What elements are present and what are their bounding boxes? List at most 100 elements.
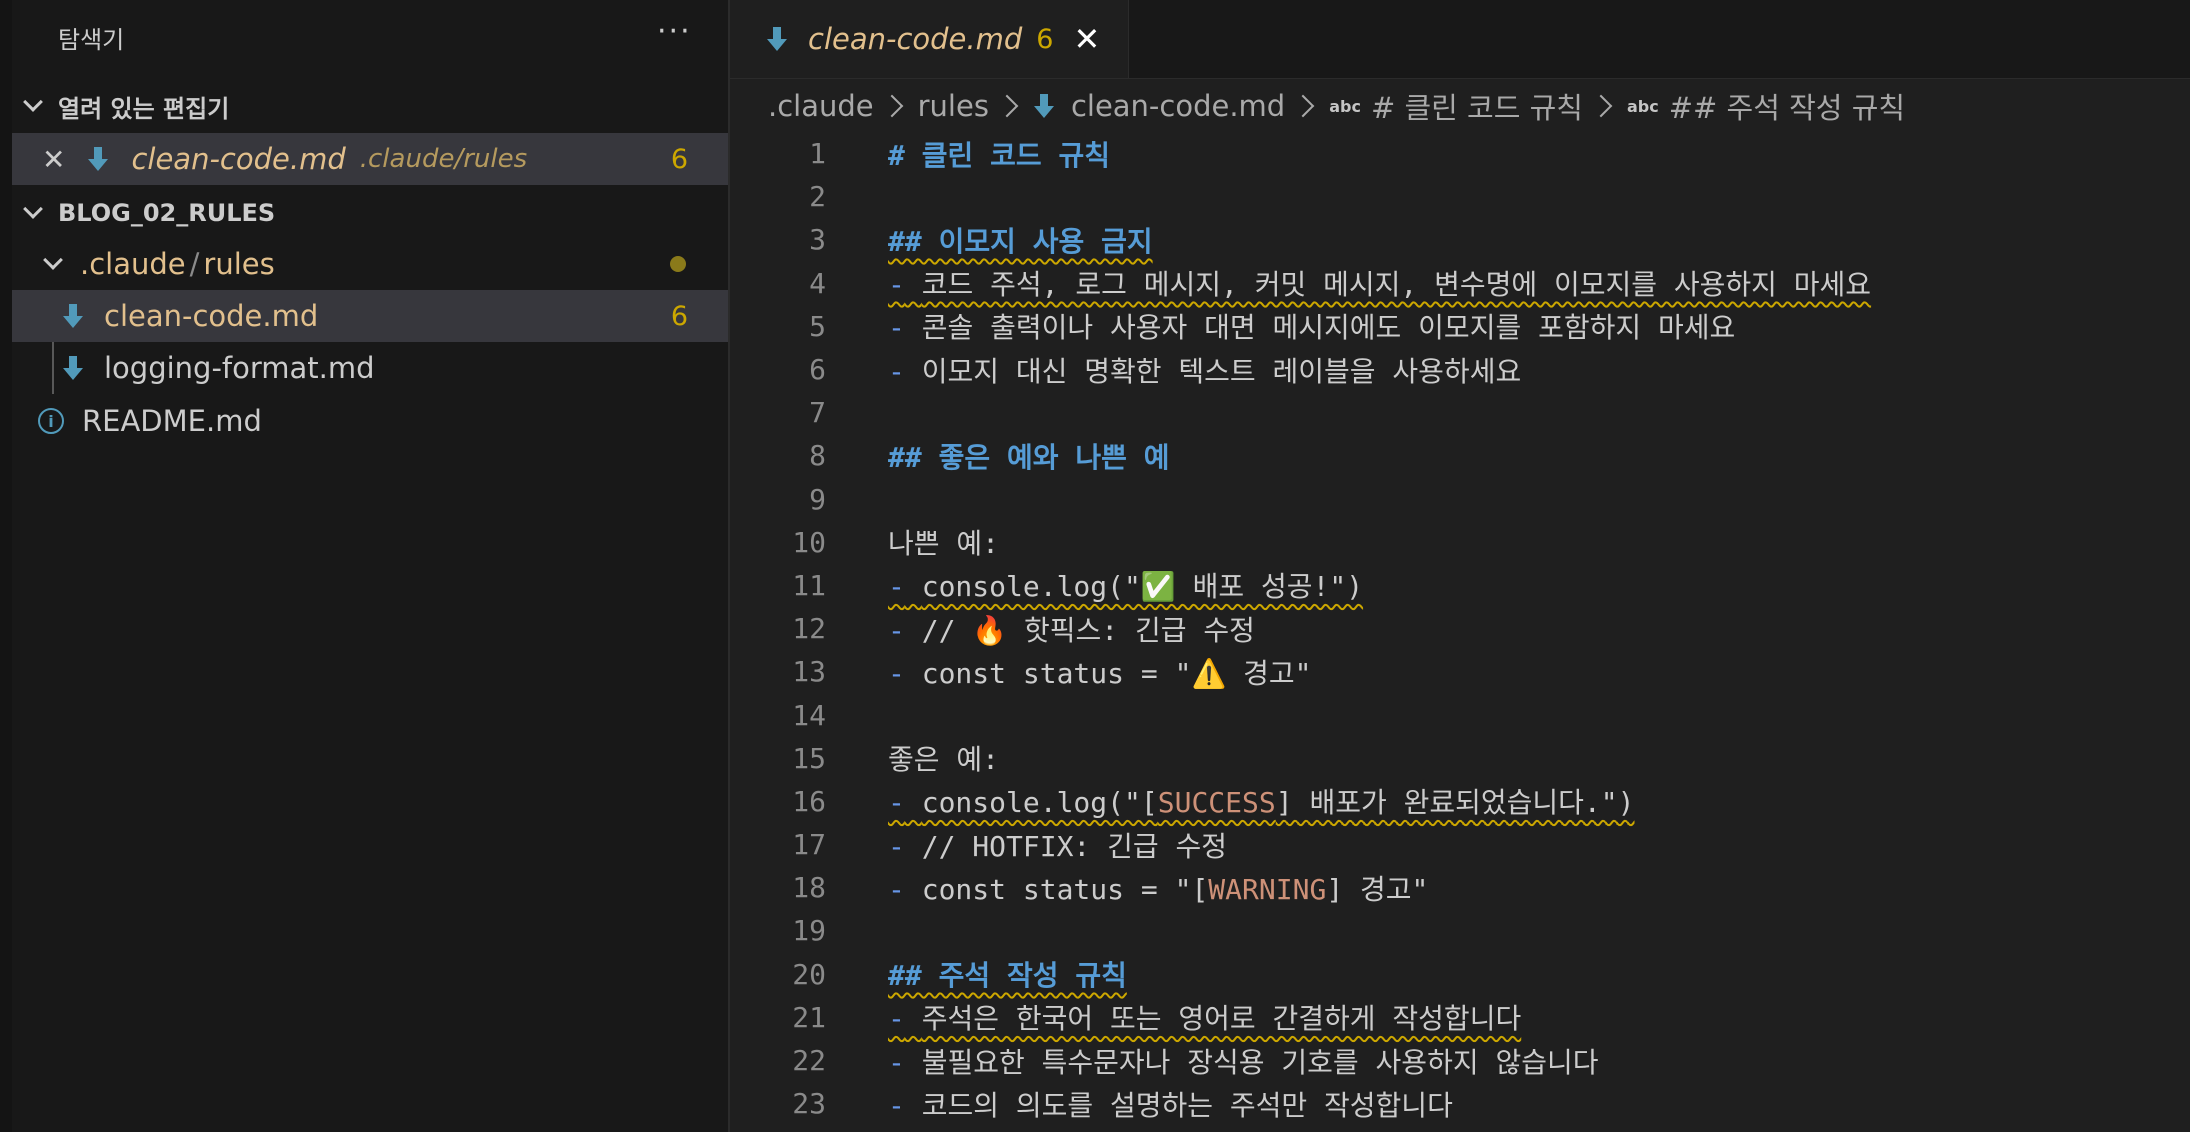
code-text: - console.log("✅ 배포 성공!") xyxy=(888,565,1363,605)
breadcrumb-item[interactable]: clean-code.md xyxy=(1071,89,1285,123)
problem-count-badge: 6 xyxy=(670,143,688,175)
open-editors-section[interactable]: 열려 있는 편집기 xyxy=(22,84,229,128)
breadcrumb: .claude rules clean-code.md abc # 클린 코드 … xyxy=(768,84,1905,128)
code-line[interactable]: 1 # 클린 코드 규칙 xyxy=(730,132,2190,175)
code-text: - 코드 주석, 로그 메시지, 커밋 메시지, 변수명에 이모지를 사용하지 … xyxy=(888,263,1871,303)
line-number: 23 xyxy=(792,1087,826,1121)
code-line[interactable]: 20 ## 주석 작성 규칙 xyxy=(730,953,2190,996)
workspace-section[interactable]: BLOG_02_RULES xyxy=(22,191,275,235)
code-line[interactable]: 2 xyxy=(730,175,2190,218)
list-text: const status = "[ xyxy=(921,872,1209,906)
list-bullet: - xyxy=(888,1002,905,1036)
line-number: 17 xyxy=(792,828,826,862)
markdown-file-icon xyxy=(62,302,84,330)
code-line[interactable]: 12 - // 🔥 핫픽스: 긴급 수정 xyxy=(730,607,2190,650)
folder-separator: / xyxy=(189,247,200,281)
code-line[interactable]: 18 - const status = "[WARNING] 경고" xyxy=(730,866,2190,909)
line-number: 8 xyxy=(809,439,826,473)
code-line[interactable]: 14 xyxy=(730,693,2190,736)
code-text: - 코드의 의도를 설명하는 주석만 작성합니다 xyxy=(888,1084,1453,1124)
list-text: // 🔥 핫픽스: 긴급 수정 xyxy=(921,613,1255,647)
chevron-down-icon xyxy=(43,250,63,270)
code-text: # 클린 코드 규칙 xyxy=(888,138,1110,172)
code-line[interactable]: 10 나쁜 예: xyxy=(730,521,2190,564)
code-line[interactable]: 5 - 콘솔 출력이나 사용자 대면 메시지에도 이모지를 포함하지 마세요 xyxy=(730,305,2190,348)
explorer-title: 탐색기 xyxy=(58,26,125,54)
line-number: 4 xyxy=(809,266,826,300)
code-text: - const status = "⚠️ 경고" xyxy=(888,652,1312,692)
list-text: const status = "⚠️ 경고" xyxy=(921,656,1312,690)
chevron-down-icon xyxy=(23,199,43,219)
code-line[interactable]: 3 ## 이모지 사용 금지 xyxy=(730,218,2190,261)
code-line[interactable]: 23 - 코드의 의도를 설명하는 주석만 작성합니다 xyxy=(730,1082,2190,1125)
breadcrumb-item[interactable]: .claude xyxy=(768,89,874,123)
line-number: 13 xyxy=(792,655,826,689)
code-text: ## 좋은 예와 나쁜 예 xyxy=(888,440,1170,474)
close-icon[interactable]: ✕ xyxy=(42,143,65,176)
code-line[interactable]: 6 - 이모지 대신 명확한 텍스트 레이블을 사용하세요 xyxy=(730,348,2190,391)
code-line[interactable]: 16 - console.log("[SUCCESS] 배포가 완료되었습니다."… xyxy=(730,780,2190,823)
close-icon[interactable]: ✕ xyxy=(1073,20,1100,58)
code-line[interactable]: 9 xyxy=(730,478,2190,521)
modified-dot-icon xyxy=(670,256,686,272)
list-bullet: - xyxy=(888,268,905,302)
code-line[interactable]: 21 - 주석은 한국어 또는 영어로 간결하게 작성합니다 xyxy=(730,996,2190,1039)
line-number: 14 xyxy=(792,698,826,732)
tab-clean-code[interactable]: clean-code.md 6 ✕ xyxy=(730,0,1129,78)
line-number: 11 xyxy=(792,568,826,602)
open-editors-label: 열려 있는 편집기 xyxy=(58,94,230,123)
line-number: 22 xyxy=(792,1044,826,1078)
line-number: 3 xyxy=(809,223,826,257)
code-line[interactable]: 13 - const status = "⚠️ 경고" xyxy=(730,650,2190,693)
chevron-right-icon xyxy=(880,94,903,118)
line-number: 18 xyxy=(792,871,826,905)
explorer-sidebar: 탐색기 ··· 열려 있는 편집기 ✕ clean-code.md .claud… xyxy=(0,0,730,1132)
open-editor-path: .claude/rules xyxy=(359,144,528,174)
list-bullet: - xyxy=(888,311,905,345)
code-line[interactable]: 8 ## 좋은 예와 나쁜 예 xyxy=(730,434,2190,477)
list-bullet: - xyxy=(888,656,905,690)
breadcrumb-item[interactable]: # 클린 코드 규칙 xyxy=(1371,85,1583,127)
code-text: ## 주석 작성 규칙 xyxy=(888,959,1127,993)
workspace-label: BLOG_02_RULES xyxy=(58,199,276,227)
folder-claude-rules[interactable]: .claude / rules xyxy=(12,238,728,290)
chevron-right-icon xyxy=(995,94,1019,118)
list-text: console.log("✅ 배포 성공!") xyxy=(921,570,1364,604)
list-bullet: - xyxy=(888,613,905,647)
code-editor[interactable]: 1 # 클린 코드 규칙 2 3 ## 이모지 사용 금지 4 - 코드 주석, 로그… xyxy=(730,132,2190,1125)
file-logging-format[interactable]: logging-format.md xyxy=(12,342,728,394)
code-line[interactable]: 19 xyxy=(730,909,2190,952)
code-line[interactable]: 15 좋은 예: xyxy=(730,737,2190,780)
file-clean-code[interactable]: clean-code.md 6 xyxy=(12,290,728,342)
folder-name-part2: rules xyxy=(203,247,275,281)
tag-keyword: SUCCESS xyxy=(1157,786,1276,820)
file-name: README.md xyxy=(82,404,262,438)
list-bullet: - xyxy=(888,354,905,388)
list-bullet: - xyxy=(888,786,905,820)
more-actions-icon[interactable]: ··· xyxy=(657,14,692,49)
code-text: 좋은 예: xyxy=(888,743,999,777)
problem-count-badge: 6 xyxy=(670,300,688,332)
code-text: 나쁜 예: xyxy=(888,527,999,561)
list-text: ] 배포가 완료되었습니다.") xyxy=(1275,786,1635,820)
line-number: 19 xyxy=(792,914,826,948)
tab-label: clean-code.md xyxy=(808,22,1023,56)
line-number: 12 xyxy=(792,612,826,646)
list-bullet: - xyxy=(888,570,905,604)
chevron-right-icon xyxy=(1589,94,1613,118)
file-readme[interactable]: i README.md xyxy=(12,395,728,447)
breadcrumb-item[interactable]: rules xyxy=(918,89,989,123)
line-number: 2 xyxy=(809,180,826,214)
code-line[interactable]: 22 - 불필요한 특수문자나 장식용 기호를 사용하지 않습니다 xyxy=(730,1039,2190,1082)
breadcrumb-item[interactable]: ## 주석 작성 규칙 xyxy=(1669,85,1905,127)
code-line[interactable]: 17 - // HOTFIX: 긴급 수정 xyxy=(730,823,2190,866)
list-text: // HOTFIX: 긴급 수정 xyxy=(921,829,1228,863)
code-line[interactable]: 7 xyxy=(730,391,2190,434)
chevron-down-icon xyxy=(23,92,43,112)
open-editor-item[interactable]: ✕ clean-code.md .claude/rules 6 xyxy=(12,133,728,185)
code-text: - // 🔥 핫픽스: 긴급 수정 xyxy=(888,609,1255,649)
code-text: - 콘솔 출력이나 사용자 대면 메시지에도 이모지를 포함하지 마세요 xyxy=(888,306,1735,346)
folder-name-part1: .claude xyxy=(80,247,186,281)
code-line[interactable]: 11 - console.log("✅ 배포 성공!") xyxy=(730,564,2190,607)
code-line[interactable]: 4 - 코드 주석, 로그 메시지, 커밋 메시지, 변수명에 이모지를 사용하지… xyxy=(730,262,2190,305)
